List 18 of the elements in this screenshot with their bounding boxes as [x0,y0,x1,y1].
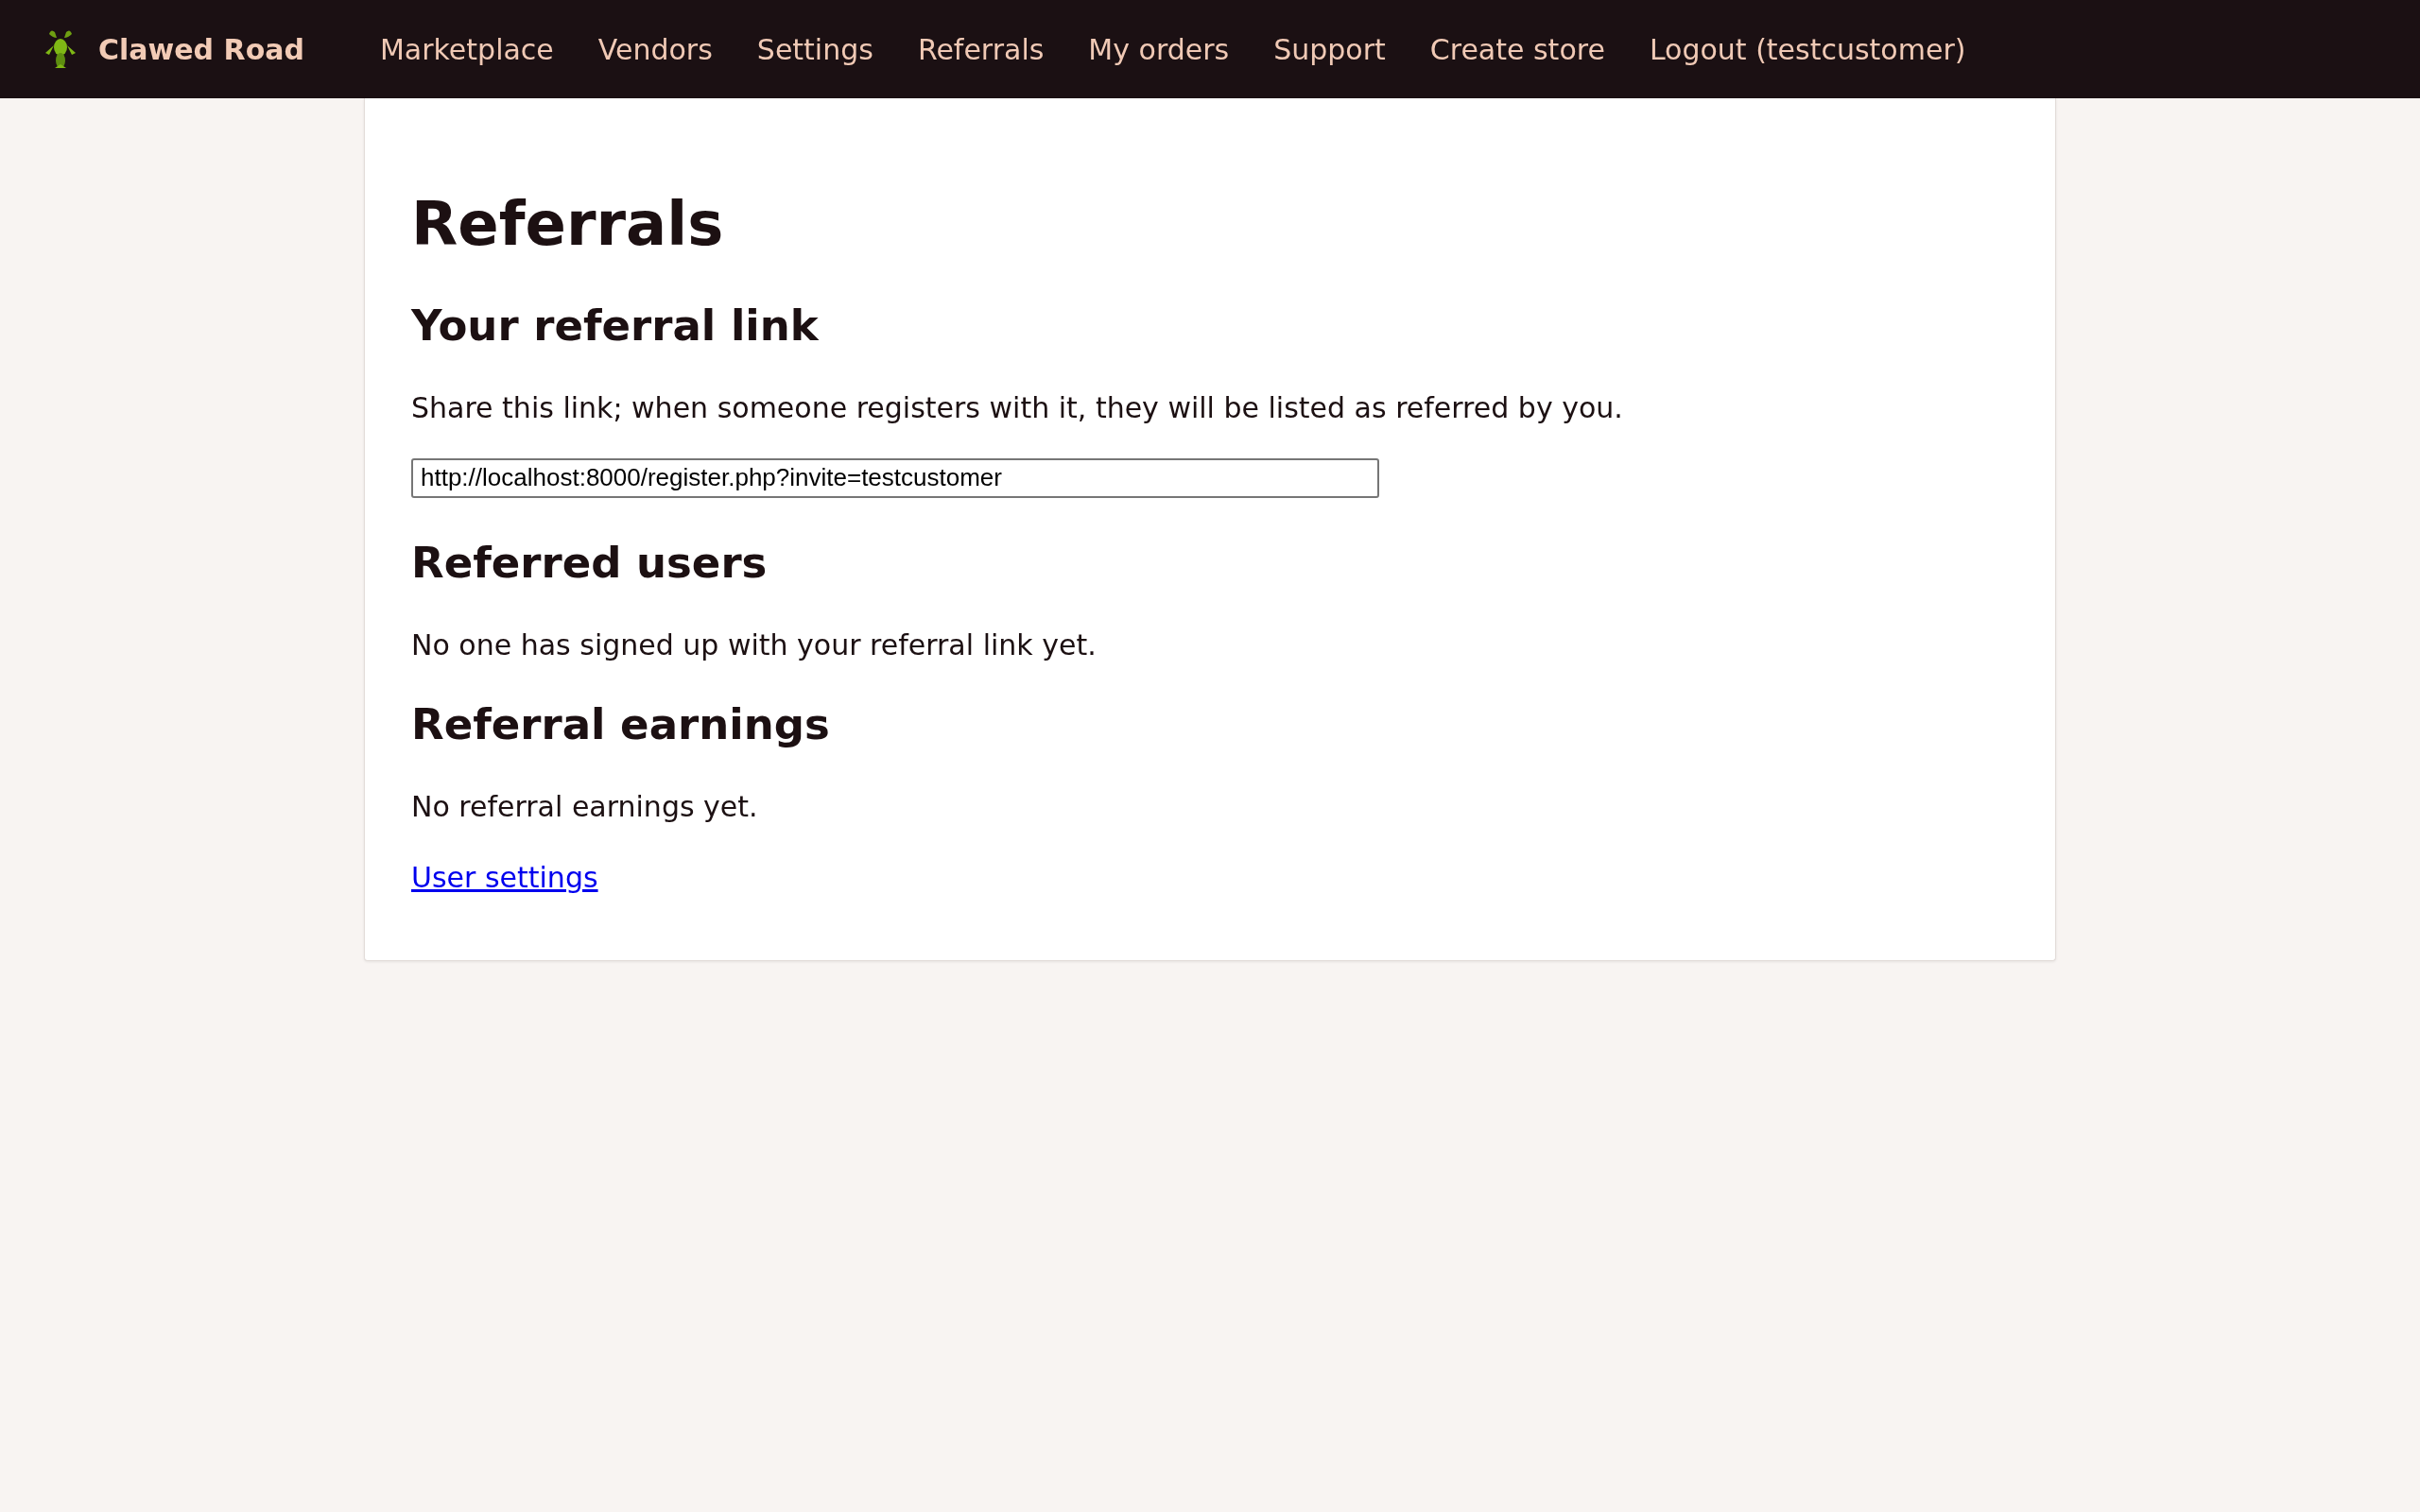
user-settings-link[interactable]: User settings [411,860,598,894]
input-field[interactable]: http://localhost:8000/register.php?invite=testcustomer [411,457,1379,498]
section-heading: Your referral link [411,300,820,352]
nav-link[interactable]: Marketplace [379,32,554,66]
nav-link[interactable]: Logout (testcustomer) [1649,32,1966,66]
nav-link[interactable]: Vendors [597,32,713,66]
nav-link[interactable]: Referrals [917,32,1045,66]
section-text: Share this link; when someone registers with it, they will be listed as referred by you. [411,389,1624,426]
section-text: No referral earnings yet. [411,788,759,825]
nav-link[interactable]: Create store [1429,32,1605,66]
nav-link[interactable]: Settings [756,32,873,66]
nav-link[interactable]: Support [1273,32,1386,66]
section-heading: Referral earnings [411,698,831,750]
nav-link[interactable]: My orders [1088,32,1230,66]
section-text: No one has signed up with your referral link yet. [411,627,1098,663]
section-heading: Referred users [411,537,769,589]
brand-link[interactable]: Clawed Road [98,32,304,66]
page-title: Referrals [411,188,725,261]
